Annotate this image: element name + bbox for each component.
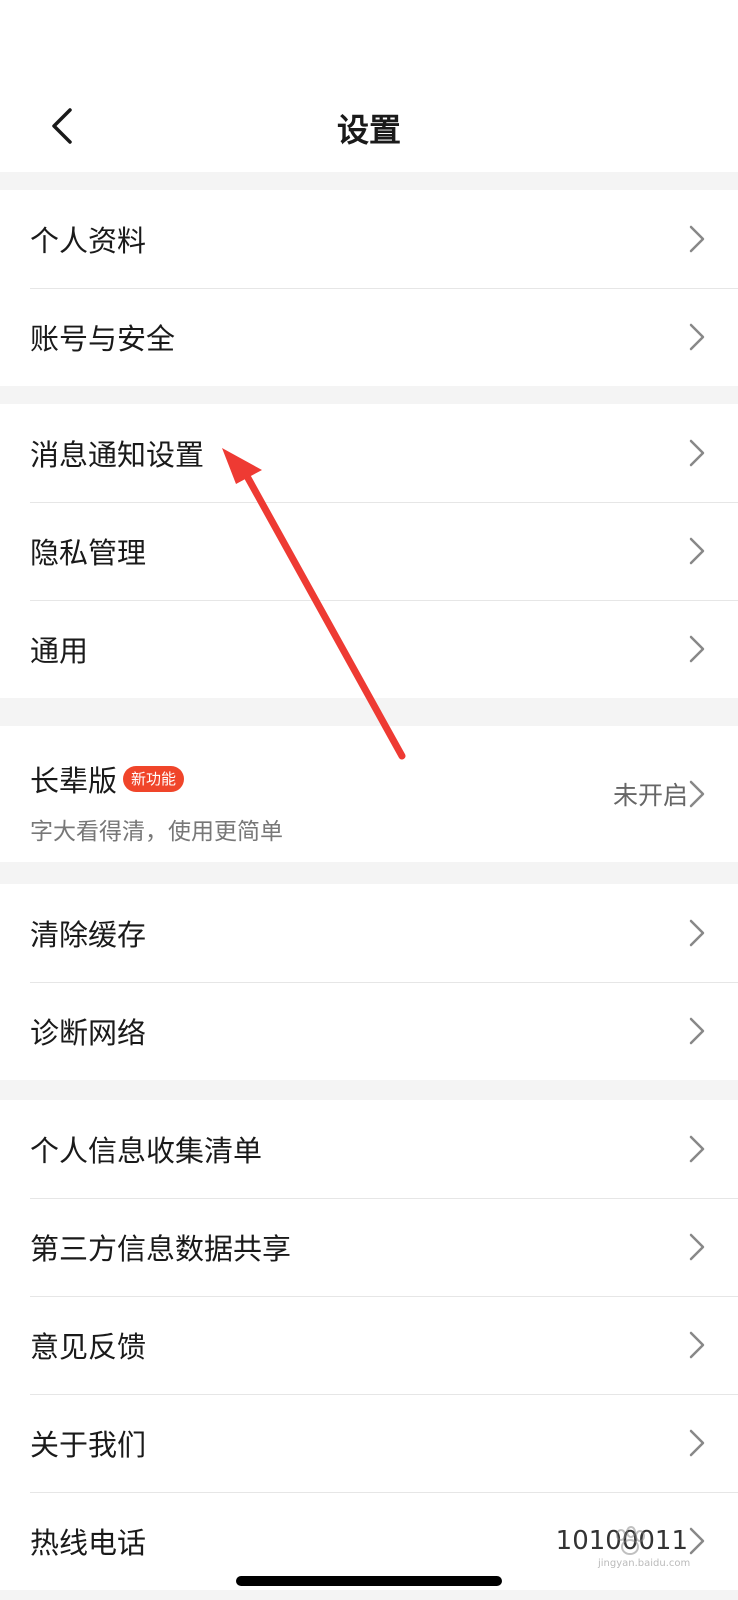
settings-group-about: 个人信息收集清单 第三方信息数据共享 意见反馈 关于我们 热线电话 101000… [0, 1100, 738, 1590]
chevron-right-icon [689, 323, 705, 351]
elder-title-line: 长辈版 新功能 [30, 758, 185, 800]
watermark-text: jingyan.baidu.com [598, 1558, 691, 1569]
row-clear-cache[interactable]: 清除缓存 [0, 884, 738, 982]
row-label: 清除缓存 [30, 918, 147, 952]
settings-group-profile: 个人资料 账号与安全 [0, 190, 738, 386]
paw-logo-icon [616, 1526, 645, 1555]
row-notification-settings[interactable]: 消息通知设置 [0, 404, 738, 502]
row-label: 通用 [30, 634, 89, 668]
row-label: 热线电话 [30, 1526, 147, 1560]
chevron-right-icon [689, 537, 705, 565]
elder-mode-subtitle: 字大看得清，使用更简单 [30, 819, 283, 845]
row-label: 诊断网络 [30, 1016, 147, 1050]
row-label: 第三方信息数据共享 [30, 1232, 292, 1266]
row-feedback[interactable]: 意见反馈 [0, 1296, 738, 1394]
row-account-security[interactable]: 账号与安全 [0, 288, 738, 386]
chevron-right-icon [689, 1135, 705, 1163]
page-title: 设置 [336, 111, 401, 149]
chevron-right-icon [689, 635, 705, 663]
home-indicator[interactable] [236, 1576, 502, 1586]
elder-mode-status: 未开启 [612, 781, 688, 810]
row-label: 消息通知设置 [30, 438, 205, 472]
row-about-us[interactable]: 关于我们 [0, 1394, 738, 1492]
chevron-right-icon [689, 780, 705, 808]
watermark: jingyan.baidu.com [558, 1526, 718, 1572]
row-personal-data-list[interactable]: 个人信息收集清单 [0, 1100, 738, 1198]
row-personal-info[interactable]: 个人资料 [0, 190, 738, 288]
chevron-right-icon [689, 1331, 705, 1359]
new-feature-badge: 新功能 [123, 766, 185, 792]
row-third-party-sharing[interactable]: 第三方信息数据共享 [0, 1198, 738, 1296]
row-label: 账号与安全 [30, 322, 176, 356]
row-diagnose-network[interactable]: 诊断网络 [0, 982, 738, 1080]
row-label: 意见反馈 [30, 1330, 147, 1364]
chevron-right-icon [689, 439, 705, 467]
chevron-right-icon [689, 1233, 705, 1261]
chevron-right-icon [689, 225, 705, 253]
row-label: 个人信息收集清单 [30, 1134, 263, 1168]
settings-group-tools: 清除缓存 诊断网络 [0, 884, 738, 1080]
row-elder-mode[interactable]: 长辈版 新功能 字大看得清，使用更简单 未开启 [0, 726, 738, 862]
row-label: 隐私管理 [30, 536, 147, 570]
row-label: 关于我们 [30, 1428, 147, 1462]
settings-group-general: 消息通知设置 隐私管理 通用 [0, 404, 738, 698]
row-privacy[interactable]: 隐私管理 [0, 502, 738, 600]
chevron-right-icon [689, 919, 705, 947]
settings-group-elder: 长辈版 新功能 字大看得清，使用更简单 未开启 [0, 726, 738, 862]
row-label: 个人资料 [30, 224, 147, 258]
elder-mode-title: 长辈版 [30, 764, 118, 798]
top-bar: 设置 [0, 0, 738, 172]
chevron-right-icon [689, 1429, 705, 1457]
row-general[interactable]: 通用 [0, 600, 738, 698]
chevron-right-icon [689, 1017, 705, 1045]
